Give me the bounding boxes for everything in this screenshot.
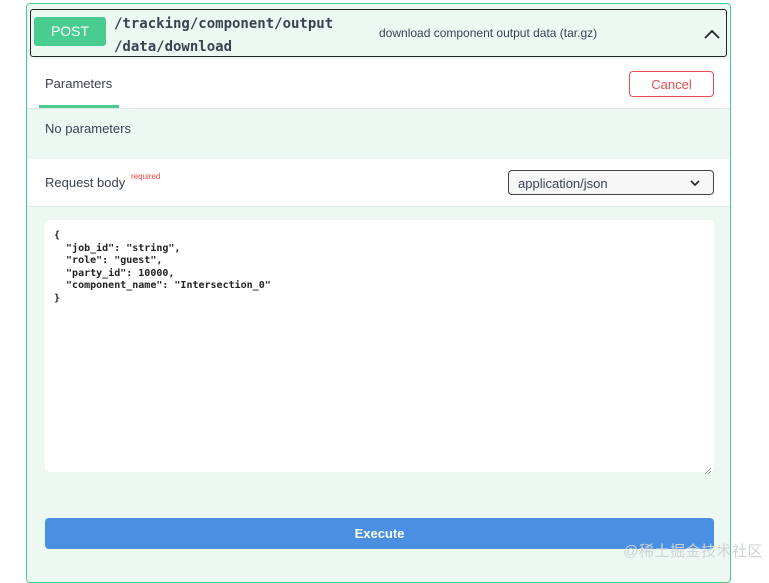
operation-path-line1: /tracking/component/output — [114, 16, 334, 32]
operation-summary[interactable]: POST /tracking/component/output /data/do… — [30, 9, 727, 57]
operation-path-line2: /data/download — [114, 39, 233, 55]
no-parameters-text: No parameters — [45, 121, 131, 136]
tab-parameters[interactable]: Parameters — [39, 59, 119, 108]
content-type-select[interactable]: application/json — [508, 170, 714, 195]
request-body-header: Request body required application/json — [27, 159, 730, 207]
watermark: @稀土掘金技术社区 — [623, 543, 763, 560]
chevron-up-icon[interactable] — [702, 24, 722, 44]
required-badge: required — [131, 172, 161, 181]
resize-handle-icon[interactable] — [704, 462, 712, 475]
parameters-header: Parameters Cancel — [27, 59, 730, 109]
tab-parameters-label: Parameters — [45, 76, 113, 91]
request-body-label: Request body — [45, 175, 126, 190]
operation-block: POST /tracking/component/output /data/do… — [26, 3, 731, 583]
execute-button[interactable]: Execute — [45, 518, 714, 549]
method-badge: POST — [34, 17, 106, 46]
operation-path: /tracking/component/output /data/downloa… — [114, 13, 364, 59]
request-body-editor[interactable]: { "job_id": "string", "role": "guest", "… — [45, 220, 714, 475]
operation-description: download component output data (tar.gz) — [379, 26, 598, 40]
request-body-json[interactable]: { "job_id": "string", "role": "guest", "… — [45, 220, 714, 316]
cancel-button[interactable]: Cancel — [629, 71, 714, 97]
chevron-down-icon — [689, 177, 701, 189]
content-type-value: application/json — [518, 176, 608, 191]
